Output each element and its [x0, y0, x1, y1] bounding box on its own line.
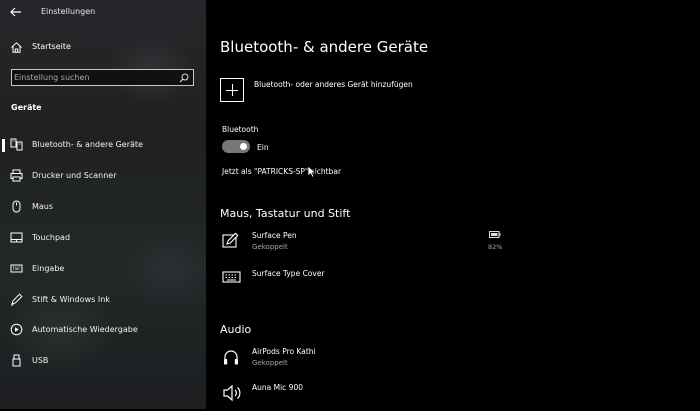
pen-icon: [10, 293, 23, 306]
device-name: Auna Mic 900: [252, 383, 303, 392]
device-status: Gekoppelt: [252, 243, 288, 251]
section-title: Audio: [220, 323, 252, 336]
keyboard-icon: [10, 264, 23, 273]
pen-icon: [222, 232, 239, 248]
device-name: AirPods Pro Kathi: [252, 347, 316, 356]
sidebar-item-label: Bluetooth- & andere Geräte: [32, 140, 143, 149]
sidebar-item-label: Touchpad: [32, 233, 71, 242]
device-auna-mic[interactable]: Auna Mic 900: [222, 383, 522, 411]
battery-icon: [489, 231, 501, 238]
search-box[interactable]: [11, 69, 194, 86]
autoplay-icon: [10, 323, 23, 336]
content-pane: Bluetooth- & andere Geräte Bluetooth- od…: [206, 0, 700, 409]
speaker-icon: [223, 384, 241, 402]
headphones-icon: [224, 350, 238, 365]
sidebar-item-label: Maus: [32, 202, 54, 211]
sidebar-item-input[interactable]: Eingabe: [0, 258, 206, 280]
visibility-text: Jetzt als "PATRICKS-SP" sichtbar: [222, 167, 342, 176]
bluetooth-label: Bluetooth: [222, 125, 259, 134]
home-label: Startseite: [32, 42, 71, 51]
bluetooth-state: Ein: [257, 143, 269, 152]
window-title: Einstellungen: [41, 7, 96, 16]
sidebar-item-touchpad[interactable]: Touchpad: [0, 227, 206, 249]
section-title: Geräte: [11, 103, 42, 112]
sidebar-item-printers[interactable]: Drucker und Scanner: [0, 165, 206, 187]
usb-icon: [12, 354, 21, 367]
add-device-label[interactable]: Bluetooth- oder anderes Gerät hinzufügen: [254, 80, 413, 89]
page-title: Bluetooth- & andere Geräte: [220, 38, 429, 56]
sidebar-item-usb[interactable]: USB: [0, 350, 206, 372]
sidebar-item-autoplay[interactable]: Automatische Wiedergabe: [0, 319, 206, 341]
search-icon[interactable]: [179, 73, 189, 83]
device-surface-pen[interactable]: Surface Pen Gekoppelt: [222, 231, 522, 259]
sidebar-item-pen-ink[interactable]: Stift & Windows Ink: [0, 289, 206, 311]
sidebar-item-label: Stift & Windows Ink: [32, 295, 110, 304]
battery-level: 82%: [488, 243, 503, 251]
printer-icon: [10, 169, 23, 182]
bluetooth-devices-icon: [10, 138, 23, 151]
sidebar-item-label: Eingabe: [32, 264, 65, 273]
device-airpods-pro[interactable]: AirPods Pro Kathi Gekoppelt: [222, 347, 522, 375]
search-input[interactable]: [14, 71, 174, 84]
touchpad-icon: [10, 232, 23, 243]
device-surface-type-cover[interactable]: Surface Type Cover: [222, 269, 522, 297]
home-link[interactable]: Startseite: [9, 39, 199, 57]
device-name: Surface Pen: [252, 231, 297, 240]
sidebar-item-bluetooth[interactable]: Bluetooth- & andere Geräte: [0, 134, 206, 156]
keyboard-icon: [222, 271, 241, 283]
mouse-icon: [12, 200, 21, 213]
title-bar: Einstellungen: [0, 0, 206, 26]
sidebar-item-label: USB: [32, 356, 49, 365]
bluetooth-toggle[interactable]: [222, 140, 250, 153]
sidebar: Einstellungen Startseite Geräte Bluetoot…: [0, 0, 206, 409]
sidebar-item-label: Drucker und Scanner: [32, 171, 117, 180]
device-name: Surface Type Cover: [252, 269, 325, 278]
device-status: Gekoppelt: [252, 359, 288, 367]
home-icon: [11, 42, 22, 53]
section-title: Maus, Tastatur und Stift: [220, 207, 351, 220]
sidebar-item-label: Automatische Wiedergabe: [32, 325, 138, 334]
back-arrow-icon[interactable]: [9, 5, 23, 19]
mouse-cursor-icon: [307, 165, 317, 178]
sidebar-item-mouse[interactable]: Maus: [0, 196, 206, 218]
add-device-button[interactable]: [220, 78, 244, 102]
